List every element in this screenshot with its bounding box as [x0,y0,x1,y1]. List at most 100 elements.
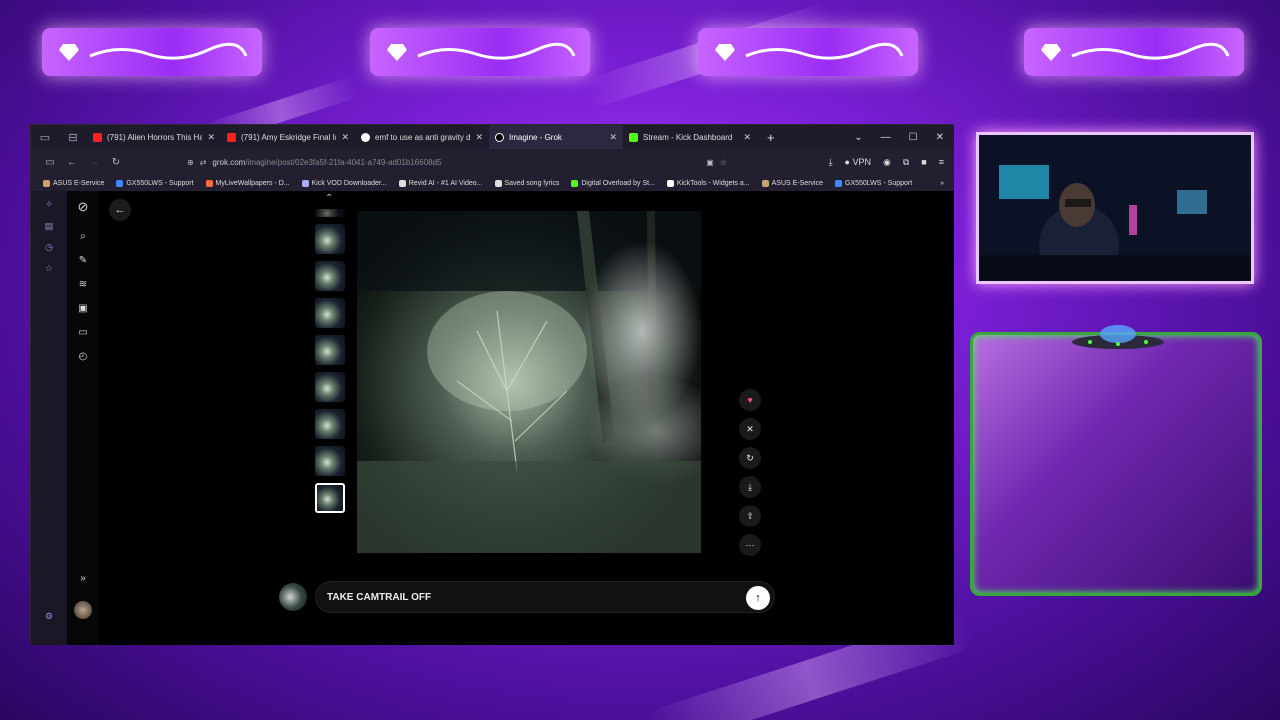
tab-kick-dashboard[interactable]: Stream - Kick Dashboard ✕ [623,125,757,149]
user-avatar[interactable] [74,601,92,619]
close-tab-icon[interactable]: ✕ [743,132,751,143]
thumbnail[interactable] [315,335,345,365]
bookmark-item[interactable]: GX550LWS - Support [116,179,194,187]
youtube-icon [227,132,236,142]
thumbnail[interactable] [315,298,345,328]
bookmark-label: GX550LWS - Support [126,179,194,187]
close-tab-icon[interactable]: ✕ [341,132,349,143]
wallpaper-icon [205,179,213,187]
tab-list-chevron-icon[interactable]: ⌄ [854,132,862,143]
bookmark-item[interactable]: Saved song lyrics [494,179,559,187]
lightning-squiggle-icon [1071,42,1230,60]
history-icon[interactable]: ◷ [44,242,54,252]
sidebar-toggle-icon[interactable]: ▭ [31,131,59,144]
tab-actions-icon[interactable]: ⊟ [59,131,87,144]
folder-icon [43,179,50,187]
send-button[interactable]: ↑ [746,586,770,610]
thumbnail[interactable] [315,372,345,402]
close-window-icon[interactable]: ✕ [936,132,944,143]
grok-icon [495,132,504,142]
tab-emf-search[interactable]: emf to use as anti gravity devic ✕ [355,125,489,149]
heart-icon[interactable]: ♥ [739,389,761,411]
bookmark-item[interactable]: Kick VOD Downloader... [301,179,387,187]
kicktools-icon [666,179,674,187]
site-info-icon[interactable]: ⊕ [187,158,194,167]
thumbnail[interactable] [315,261,345,291]
extensions-icon[interactable]: ⧉ [903,157,909,168]
forward-arrow-icon[interactable]: → [83,157,105,168]
browser-side-panel: ✧ ▤ ◷ ☆ ⚙ [31,191,67,645]
profile-icon[interactable]: ◉ [883,157,891,168]
refresh-icon[interactable]: ↻ [739,447,761,469]
x-logo-icon[interactable]: ✕ [739,418,761,440]
bookmark-item[interactable]: Revid AI - #1 AI Video... [398,179,483,187]
thumbnail[interactable] [315,209,345,217]
bookmark-label: ASUS E-Service [53,179,105,187]
thumbnail[interactable] [315,409,345,439]
tune-icon[interactable]: ⇄ [200,158,207,167]
imagine-icon[interactable]: ▣ [77,303,89,315]
diamond-icon [1041,44,1061,61]
download-icon[interactable]: ⤓ [739,476,761,498]
lightning-squiggle-icon [89,42,248,60]
projects-icon[interactable]: ▭ [77,327,89,339]
tab-imagine-grok[interactable]: Imagine - Grok ✕ [489,125,623,149]
thumbnail-selected[interactable] [315,483,345,513]
bookmark-label: Kick VOD Downloader... [311,179,387,187]
tab-title: emf to use as anti gravity devic [375,132,471,142]
reload-icon[interactable]: ↻ [105,157,127,168]
maximize-icon[interactable]: ☐ [909,132,918,143]
close-tab-icon[interactable]: ✕ [207,132,215,143]
image-actions: ♥ ✕ ↻ ⤓ ⇧ ⋯ [739,389,761,563]
vpn-button[interactable]: ● VPN [845,157,871,167]
more-icon[interactable]: ⋯ [739,534,761,556]
minimize-icon[interactable]: — [881,132,891,143]
bookmark-item[interactable]: ASUS E-Service [43,179,105,187]
thumbnail[interactable] [315,446,345,476]
thumbnail-strip [315,209,349,520]
expand-sidebar-icon[interactable]: » [77,573,89,585]
bookmark-item[interactable]: ASUS E-Service [761,179,823,187]
close-tab-icon[interactable]: ✕ [475,132,483,143]
download-icon[interactable]: ⤓ [829,157,833,168]
back-arrow-icon[interactable]: ← [61,157,83,168]
generated-image[interactable] [357,211,701,553]
edit-icon[interactable]: ✎ [77,255,89,267]
lightning-squiggle-icon [417,42,576,60]
bookmark-item[interactable]: Digital Overload by St... [571,179,655,187]
diamond-icon [387,44,407,61]
bookmark-item[interactable]: KickTools - Widgets a... [666,179,750,187]
new-tab-icon[interactable]: + [757,130,785,145]
bookmarks-bar: ASUS E-Service GX550LWS - Support MyLive… [31,175,954,191]
chevron-up-icon[interactable]: ⌃ [325,193,333,204]
grok-logo-icon[interactable]: ⊘ [77,200,89,213]
lyrics-icon [494,179,502,187]
settings-gear-icon[interactable]: ⚙ [44,611,54,621]
voice-icon[interactable]: ≋ [77,279,89,291]
history-icon[interactable]: ◴ [77,351,89,363]
tab-amy-eskridge[interactable]: (791) Amy Eskridge Final Interv ✕ [221,125,355,149]
bookmark-label: Revid AI - #1 AI Video... [408,179,483,187]
menu-icon[interactable]: ≡ [939,157,944,167]
bookmarks-overflow-icon[interactable]: » [940,180,954,187]
bookmark-label: Digital Overload by St... [581,179,655,187]
search-icon[interactable]: ⌕ [77,231,89,243]
thumbnail[interactable] [315,224,345,254]
panel-icon[interactable]: ▭ [39,157,61,168]
bookmark-star-icon[interactable]: ☆ [720,158,727,167]
tab-alien-horrors[interactable]: (791) Alien Horrors This Hallow ✕ [87,125,221,149]
share-icon[interactable]: ⇧ [739,505,761,527]
close-tab-icon[interactable]: ✕ [609,132,617,143]
bookmark-item[interactable]: MyLiveWallpapers - D... [205,179,290,187]
aria-ai-icon[interactable]: ✧ [44,199,54,209]
screenshot-icon[interactable]: ▣ [706,158,714,167]
revid-icon [398,179,406,187]
folder-icon [761,179,769,187]
back-button[interactable]: ← [109,199,131,221]
bookmarks-star-icon[interactable]: ☆ [44,263,54,273]
wallet-icon[interactable]: ▤ [44,221,54,231]
url-field[interactable]: ⊕ ⇄ grok.com/imagine/post/02e3fa5f-21fa-… [187,153,727,171]
prompt-input[interactable]: TAKE CAMTRAIL OFF ↑ [315,581,775,613]
bookmark-item[interactable]: GX550LWS - Support [835,179,912,187]
extension-avatar-icon[interactable]: ■ [921,157,926,167]
